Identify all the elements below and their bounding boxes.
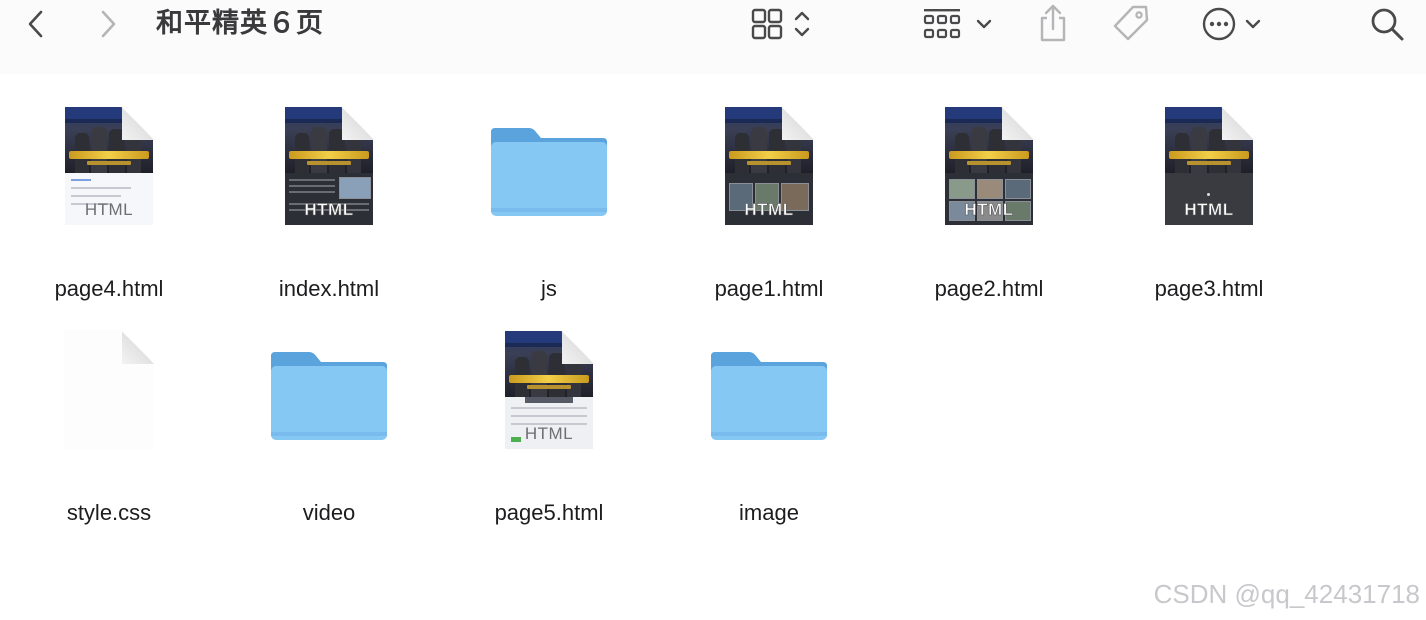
forward-button[interactable] (90, 6, 126, 42)
folder-icon (709, 330, 829, 460)
file-name: page5.html (494, 500, 604, 525)
file-item[interactable]: HTML page1.html (669, 106, 869, 306)
window-title: 和平精英６页 (156, 8, 324, 39)
folder-icon (489, 106, 609, 236)
chevron-down-icon (1245, 19, 1261, 29)
file-type-badge: HTML (84, 200, 134, 219)
file-item[interactable]: HTML page2.html (889, 106, 1089, 306)
file-item[interactable]: HTML page5.html (449, 330, 649, 530)
group-icon (923, 9, 961, 39)
share-icon (1040, 4, 1066, 42)
html-file-icon: HTML (709, 106, 829, 236)
tag-icon (1113, 5, 1149, 41)
file-name: page3.html (1154, 276, 1264, 301)
share-button[interactable] (1034, 2, 1072, 44)
file-item[interactable]: style.css (9, 330, 209, 530)
file-item[interactable]: HTML page4.html (9, 106, 209, 306)
chevron-down-icon (976, 19, 992, 29)
folder-icon (269, 330, 389, 460)
folder-item[interactable]: image (669, 330, 869, 530)
more-actions-button[interactable] (1196, 4, 1268, 44)
file-type-badge: HTML (964, 200, 1014, 220)
file-name: style.css (66, 500, 152, 525)
html-file-icon: HTML (489, 330, 609, 460)
file-name: page2.html (934, 276, 1044, 301)
group-button[interactable] (920, 4, 996, 44)
folder-item[interactable]: video (229, 330, 429, 530)
folder-item[interactable]: js (449, 106, 649, 306)
file-type-badge: HTML (524, 424, 574, 443)
file-name: image (739, 500, 799, 525)
search-button[interactable] (1366, 4, 1408, 44)
file-name: page1.html (714, 276, 824, 301)
html-file-icon: HTML (269, 106, 389, 236)
watermark: CSDN @qq_42431718 (1153, 579, 1420, 609)
tag-button[interactable] (1108, 2, 1154, 44)
file-type-badge: HTML (744, 200, 794, 220)
file-name: index.html (278, 276, 380, 301)
html-file-icon: HTML (1149, 106, 1269, 236)
css-file-icon (49, 330, 169, 460)
file-item[interactable]: HTML page3.html (1109, 106, 1309, 306)
icon-grid-icon (751, 8, 783, 40)
file-name: js (541, 276, 557, 301)
file-type-badge: HTML (1184, 200, 1234, 220)
html-file-icon: HTML (49, 106, 169, 236)
file-grid: HTML page4.html HTML index.html js HTML … (0, 74, 1426, 620)
view-mode-button[interactable] (744, 4, 818, 44)
chevron-right-icon (101, 10, 116, 38)
file-name: video (302, 500, 356, 525)
ellipsis-icon (1202, 7, 1236, 41)
search-icon (1371, 8, 1404, 41)
file-item[interactable]: HTML index.html (229, 106, 429, 306)
back-button[interactable] (18, 6, 54, 42)
finder-toolbar: 和平精英６页 (0, 0, 1426, 74)
chevron-left-icon (28, 10, 43, 38)
chevron-up-down-icon (794, 11, 810, 37)
file-type-badge: HTML (304, 200, 354, 220)
html-file-icon: HTML (929, 106, 1049, 236)
file-name: page4.html (54, 276, 164, 301)
